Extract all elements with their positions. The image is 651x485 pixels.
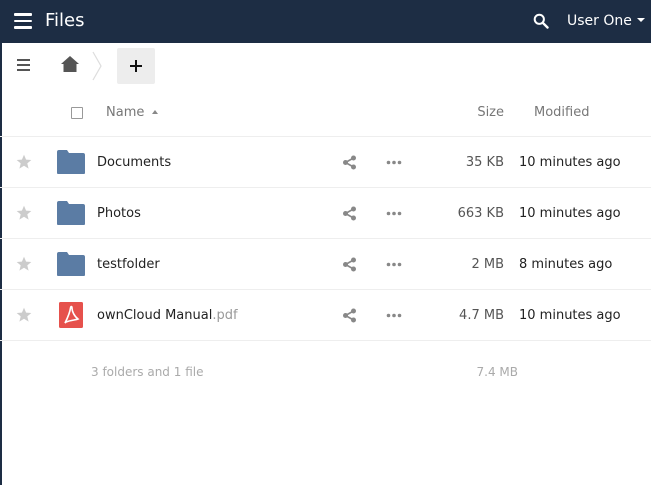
file-name[interactable]: testfolder xyxy=(97,257,160,272)
file-basename: ownCloud Manual xyxy=(97,308,213,323)
folder-icon[interactable] xyxy=(57,200,85,226)
file-extension: .pdf xyxy=(212,308,238,323)
file-basename: Photos xyxy=(97,206,141,221)
file-basename: Documents xyxy=(97,155,172,170)
app-title[interactable]: Files xyxy=(45,10,85,31)
folder-icon[interactable] xyxy=(57,251,85,277)
search-icon[interactable] xyxy=(533,13,549,29)
file-row[interactable]: Photos 663 KB 10 minutes ago xyxy=(0,188,651,239)
select-all-checkbox[interactable] xyxy=(71,107,83,119)
file-size: 663 KB xyxy=(457,206,504,221)
file-modified: 10 minutes ago xyxy=(519,308,621,323)
more-options-icon[interactable] xyxy=(386,206,402,221)
pdf-file-icon[interactable] xyxy=(57,302,85,328)
summary-count: 3 folders and 1 file xyxy=(91,365,204,379)
file-size: 35 KB xyxy=(465,155,504,170)
column-header-size[interactable]: Size xyxy=(477,105,504,120)
star-icon[interactable] xyxy=(16,307,32,323)
file-row[interactable]: Documents 35 KB 10 minutes ago xyxy=(0,137,651,188)
file-name[interactable]: ownCloud Manual.pdf xyxy=(97,308,238,323)
column-header-name[interactable]: Name xyxy=(106,105,159,120)
file-name[interactable]: Documents xyxy=(97,155,171,170)
folder-icon[interactable] xyxy=(57,149,85,175)
file-row[interactable]: testfolder 2 MB 8 minutes ago xyxy=(0,239,651,290)
more-options-icon[interactable] xyxy=(386,308,402,323)
sort-ascending-icon xyxy=(152,109,159,114)
file-name[interactable]: Photos xyxy=(97,206,141,221)
file-list-summary: 3 folders and 1 file 7.4 MB xyxy=(0,342,651,402)
more-options-icon[interactable] xyxy=(386,257,402,272)
user-name: User One xyxy=(567,13,632,29)
summary-total-size: 7.4 MB xyxy=(476,365,518,379)
star-icon[interactable] xyxy=(16,256,32,272)
share-icon[interactable] xyxy=(342,308,357,323)
breadcrumb-separator-icon xyxy=(92,51,102,81)
star-icon[interactable] xyxy=(16,205,32,221)
new-button[interactable] xyxy=(117,48,155,84)
file-modified: 10 minutes ago xyxy=(519,206,621,221)
top-header-bar: Files User One xyxy=(0,0,651,43)
share-icon[interactable] xyxy=(342,206,357,221)
file-modified: 8 minutes ago xyxy=(519,257,613,272)
file-size: 4.7 MB xyxy=(459,308,504,323)
chevron-down-icon xyxy=(636,18,645,22)
file-row[interactable]: ownCloud Manual.pdf 4.7 MB 10 minutes ago xyxy=(0,290,651,341)
breadcrumb-home-icon[interactable] xyxy=(60,55,80,73)
hamburger-menu-icon[interactable] xyxy=(14,13,32,29)
share-icon[interactable] xyxy=(342,155,357,170)
file-list-header: Name Size Modified xyxy=(0,89,651,137)
controls-bar xyxy=(0,43,651,89)
more-options-icon[interactable] xyxy=(386,155,402,170)
file-modified: 10 minutes ago xyxy=(519,155,621,170)
user-menu[interactable]: User One xyxy=(567,13,645,29)
column-header-modified[interactable]: Modified xyxy=(534,105,589,120)
file-basename: testfolder xyxy=(97,257,160,272)
navigation-toggle-icon[interactable] xyxy=(17,59,30,72)
share-icon[interactable] xyxy=(342,257,357,272)
file-size: 2 MB xyxy=(471,257,504,272)
star-icon[interactable] xyxy=(16,154,32,170)
